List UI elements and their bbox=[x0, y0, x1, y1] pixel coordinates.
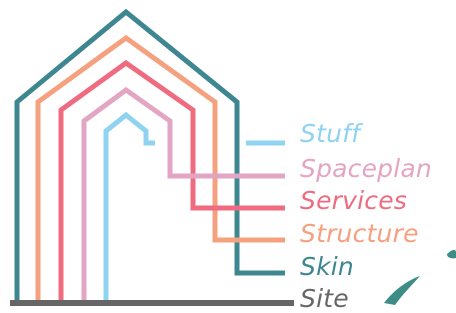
structure-outline bbox=[35, 34, 285, 300]
brush-stroke-decoration bbox=[384, 276, 420, 305]
legend-label-site: Site bbox=[300, 284, 349, 313]
brush-dot-decoration bbox=[447, 249, 456, 259]
legend-label-skin: Skin bbox=[300, 252, 354, 281]
legend-label-stuff: Stuff bbox=[300, 119, 361, 148]
shearing-layers-diagram: Stuff Spaceplan Services Structure Skin … bbox=[0, 0, 456, 313]
services-outline bbox=[58, 59, 285, 300]
legend-label-structure: Structure bbox=[300, 219, 419, 248]
legend-label-services: Services bbox=[300, 186, 408, 215]
legend-label-spaceplan: Spaceplan bbox=[300, 154, 432, 183]
